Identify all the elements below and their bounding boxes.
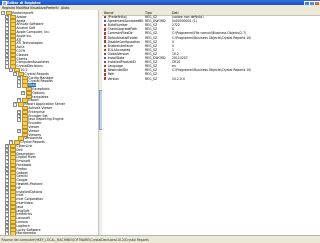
column-data[interactable]: Dati — [172, 11, 179, 15]
menu-modifica[interactable]: Modifica — [16, 6, 29, 10]
string-value-icon — [103, 28, 107, 31]
value-data: 10.2.0.0 — [172, 76, 185, 81]
value-name: Version — [107, 76, 119, 81]
window-title: Editor di Registro — [7, 0, 41, 5]
value-row[interactable]: Version REG_SZ 10.2.0.0 — [102, 77, 320, 81]
string-value-icon — [103, 40, 107, 43]
string-value-icon — [103, 44, 107, 47]
string-value-icon — [103, 52, 107, 56]
string-value-icon — [103, 60, 107, 64]
string-value-icon — [103, 24, 107, 27]
string-value-icon — [103, 73, 107, 76]
string-value-icon — [103, 77, 107, 80]
menu-preferiti[interactable]: Preferiti — [46, 6, 58, 10]
string-value-icon — [103, 69, 107, 72]
value-type: REG_SZ — [145, 76, 158, 81]
string-value-icon — [103, 15, 107, 19]
string-value-icon — [103, 48, 107, 52]
column-name[interactable]: Nome — [104, 11, 113, 15]
status-path: Risorse del computer\HKEY_LOCAL_MACHINE\… — [1, 237, 149, 242]
string-value-icon — [103, 36, 107, 39]
binary-value-icon — [103, 19, 107, 23]
menu-registro[interactable]: Registro — [2, 6, 15, 10]
menu-visualizza[interactable]: Visualizza — [30, 6, 46, 10]
string-value-icon — [103, 65, 107, 68]
binary-value-icon — [103, 56, 107, 60]
registry-tree[interactable]: - Rostoneprofil + Adobe + Ageia + AhnLab Softwa… — [0, 10, 99, 235]
column-type[interactable]: Tipo — [145, 11, 152, 15]
menu-aiuto[interactable]: Aiuto — [61, 6, 69, 10]
string-value-icon — [103, 32, 107, 35]
values-pane: Nome Tipo Dati (Predefinito) REG_SZ (valor… — [102, 10, 320, 235]
